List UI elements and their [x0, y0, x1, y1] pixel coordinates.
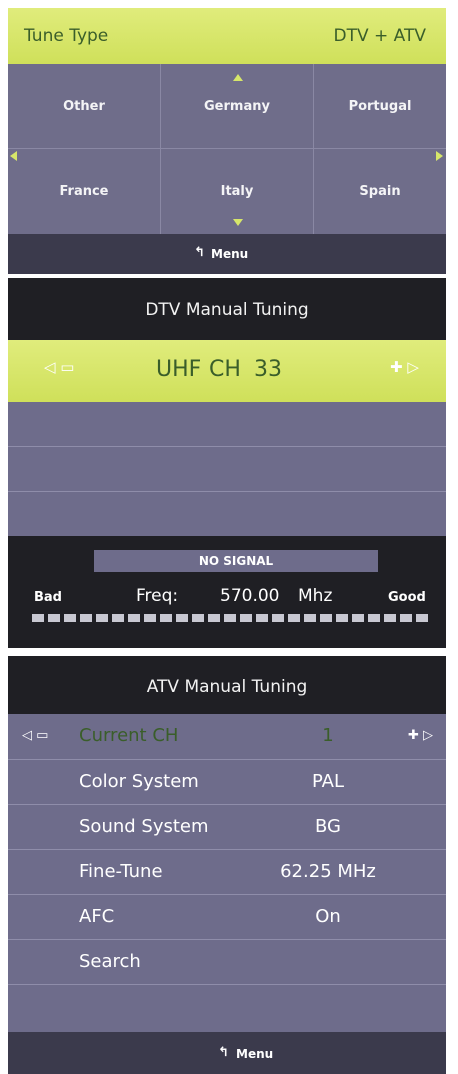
channel-number: 33 [254, 357, 282, 382]
freq-label: Freq: [136, 586, 179, 606]
signal-segment [80, 614, 92, 622]
freq-value: 570.00 [220, 586, 280, 606]
freq-unit: Mhz [298, 586, 333, 606]
country-other[interactable]: Other [8, 64, 161, 149]
afc-label: AFC [79, 906, 115, 927]
signal-segment [368, 614, 380, 622]
row-sound-system[interactable]: Sound System BG [8, 804, 446, 849]
menu-bar[interactable]: ↰ Menu [8, 234, 446, 274]
current-ch-label: Current CH [79, 725, 179, 746]
signal-segment [416, 614, 428, 622]
back-icon: ↰ [218, 1045, 229, 1060]
dtv-title-bar: DTV Manual Tuning [8, 278, 446, 340]
blank-row-3 [8, 492, 446, 537]
signal-segment [272, 614, 284, 622]
arrow-down-icon[interactable] [233, 219, 243, 226]
blank-row-2 [8, 447, 446, 492]
signal-segment [176, 614, 188, 622]
signal-status: NO SIGNAL [94, 550, 378, 572]
arrow-right-icon[interactable] [436, 151, 443, 161]
row-color-system[interactable]: Color System PAL [8, 759, 446, 804]
channel-selector[interactable]: ◁ ▭ UHF CH 33 ✚ ▷ [8, 340, 446, 402]
row-empty [8, 984, 446, 1029]
menu-label: Menu [236, 1047, 274, 1061]
menu-label: Menu [211, 247, 249, 261]
row-fine-tune[interactable]: Fine-Tune 62.25 MHz [8, 849, 446, 894]
signal-segment [400, 614, 412, 622]
signal-segment [256, 614, 268, 622]
signal-strength-bar [32, 614, 432, 622]
arrow-left-icon[interactable] [10, 151, 17, 161]
signal-segment [240, 614, 252, 622]
signal-segment [192, 614, 204, 622]
decrease-icon[interactable]: ◁ ▭ [44, 358, 74, 376]
decrease-icon[interactable]: ◁ ▭ [22, 728, 48, 743]
country-grid: Other Germany Portugal France Italy Spai… [8, 64, 446, 234]
signal-segment [112, 614, 124, 622]
row-afc[interactable]: AFC On [8, 894, 446, 939]
signal-segment [336, 614, 348, 622]
bad-label: Bad [34, 590, 62, 605]
country-spain[interactable]: Spain [314, 149, 446, 234]
signal-segment [320, 614, 332, 622]
signal-segment [160, 614, 172, 622]
channel-band: UHF [156, 357, 202, 382]
tune-type-label: Tune Type [24, 26, 109, 46]
dtv-title: DTV Manual Tuning [145, 300, 309, 320]
arrow-up-icon[interactable] [233, 74, 243, 81]
row-current-ch[interactable]: ◁ ▭ Current CH 1 ✚ ▷ [8, 714, 446, 759]
tune-type-value: DTV + ATV [333, 26, 426, 46]
atv-title-bar: ATV Manual Tuning [8, 656, 446, 714]
color-system-label: Color System [79, 771, 199, 792]
signal-segment [288, 614, 300, 622]
country-portugal[interactable]: Portugal [314, 64, 446, 149]
country-france[interactable]: France [8, 149, 161, 234]
row-search[interactable]: Search [8, 939, 446, 984]
signal-segment [64, 614, 76, 622]
fine-tune-value: 62.25 MHz [280, 861, 376, 882]
tune-type-header[interactable]: Tune Type DTV + ATV [8, 8, 446, 64]
signal-segment [304, 614, 316, 622]
signal-segment [32, 614, 44, 622]
menu-bar[interactable]: ↰ Menu [8, 1032, 446, 1074]
fine-tune-label: Fine-Tune [79, 861, 163, 882]
signal-segment [384, 614, 396, 622]
channel-prefix: CH [209, 357, 241, 382]
search-label: Search [79, 951, 141, 972]
back-icon: ↰ [194, 245, 205, 260]
signal-segment [208, 614, 220, 622]
blank-row-1 [8, 402, 446, 447]
sound-system-label: Sound System [79, 816, 209, 837]
sound-system-value: BG [315, 816, 341, 837]
increase-icon[interactable]: ✚ ▷ [408, 728, 433, 743]
signal-segment [48, 614, 60, 622]
tune-type-panel: Tune Type DTV + ATV Other Germany Portug… [8, 8, 446, 274]
afc-value: On [315, 906, 341, 927]
good-label: Good [388, 590, 426, 605]
signal-segment [224, 614, 236, 622]
current-ch-value: 1 [322, 725, 334, 746]
increase-icon[interactable]: ✚ ▷ [390, 358, 419, 376]
signal-area: NO SIGNAL Bad Freq: 570.00 Mhz Good [8, 536, 446, 648]
atv-tuning-panel: ATV Manual Tuning ◁ ▭ Current CH 1 ✚ ▷ C… [8, 656, 446, 1074]
signal-segment [96, 614, 108, 622]
signal-segment [144, 614, 156, 622]
signal-segment [352, 614, 364, 622]
color-system-value: PAL [311, 771, 345, 792]
atv-title: ATV Manual Tuning [146, 677, 308, 697]
dtv-tuning-panel: DTV Manual Tuning ◁ ▭ UHF CH 33 ✚ ▷ NO S… [8, 278, 446, 648]
signal-segment [128, 614, 140, 622]
